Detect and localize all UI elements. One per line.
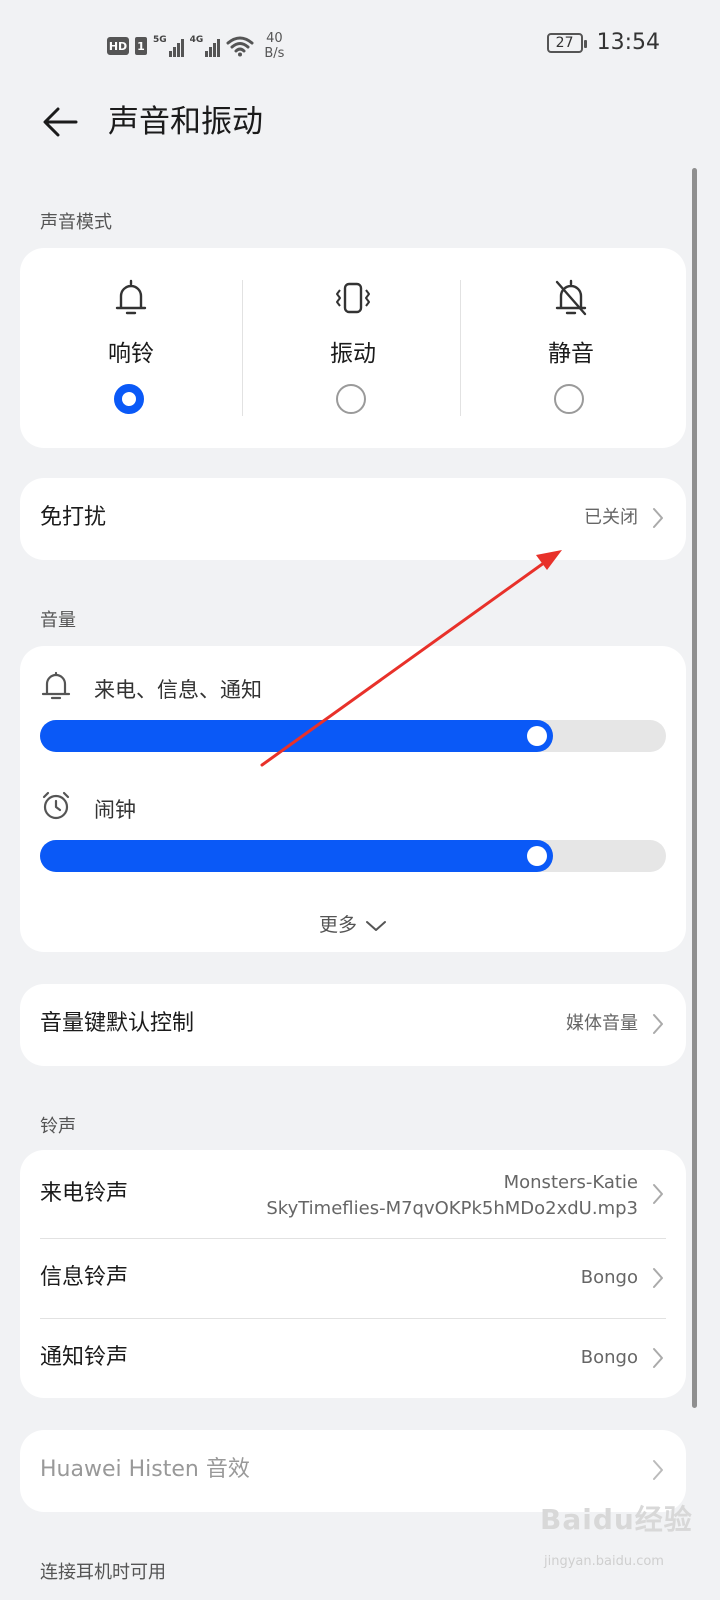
network-speed: 40 B/s <box>264 31 284 61</box>
hd-badge: HD <box>107 37 129 55</box>
sound-mode-card: 响铃 振动 静音 <box>20 248 686 448</box>
watermark-logo: Baidu经验 jingyan.baidu.com <box>540 1492 710 1592</box>
dnd-card: 免打扰 已关闭 <box>20 478 686 560</box>
volume-key-label: 音量键默认控制 <box>40 1011 195 1036</box>
bell-icon <box>41 671 71 700</box>
ringtone-notification-value: Bongo <box>580 1347 638 1368</box>
more-label: 更多 <box>318 914 357 936</box>
chevron-right-icon <box>653 1268 663 1288</box>
chevron-right-icon <box>653 1184 663 1204</box>
dnd-value: 已关闭 <box>584 507 638 528</box>
signal-4g-icon: 4G <box>190 35 221 57</box>
slider-thumb[interactable] <box>527 726 547 746</box>
mode-silent-label: 静音 <box>548 341 594 367</box>
ringtone-notification-label: 通知铃声 <box>40 1345 129 1370</box>
volume-key-row[interactable]: 音量键默认控制 媒体音量 <box>20 984 686 1064</box>
bell-icon <box>115 279 147 315</box>
status-time: 13:54 <box>596 30 660 55</box>
vibrate-icon <box>336 282 370 314</box>
headset-section-label: 连接耳机时可用 <box>40 1562 166 1583</box>
mode-ring[interactable]: 响铃 <box>20 248 242 448</box>
volume-ringer-slider[interactable] <box>40 720 666 752</box>
status-bar: HD 1 5G 4G 40 B/s 27 13:54 <box>0 0 720 90</box>
volume-key-card: 音量键默认控制 媒体音量 <box>20 984 686 1066</box>
battery-level: 27 <box>555 34 574 51</box>
ringtone-message-value: Bongo <box>580 1267 638 1288</box>
scrollbar[interactable] <box>692 168 697 1408</box>
watermark-url: jingyan.baidu.com <box>544 1554 664 1569</box>
mode-vibrate[interactable]: 振动 <box>242 248 464 448</box>
more-button[interactable]: 更多 <box>20 910 686 937</box>
mode-vibrate-radio[interactable] <box>336 384 366 414</box>
wifi-icon <box>226 36 254 57</box>
ringtones-card: 来电铃声 Monsters-Katie SkyTimeflies-M7qvOKP… <box>20 1150 686 1398</box>
slider-thumb[interactable] <box>527 846 547 866</box>
battery-icon: 27 <box>546 32 587 53</box>
speed-value: 40 <box>266 31 283 46</box>
mode-ring-label: 响铃 <box>108 341 154 367</box>
volume-section-label: 音量 <box>40 610 76 631</box>
chevron-right-icon <box>653 1014 663 1034</box>
bell-off-icon <box>555 279 587 316</box>
chevron-right-icon <box>653 1348 663 1368</box>
ringtone-call-row[interactable]: 来电铃声 Monsters-Katie SkyTimeflies-M7qvOKP… <box>20 1150 686 1238</box>
ringtones-section-label: 铃声 <box>40 1116 76 1137</box>
sim-badge: 1 <box>135 37 147 55</box>
app-header: 声音和振动 <box>0 92 720 152</box>
volume-ringer-label: 来电、信息、通知 <box>94 678 262 702</box>
ringtone-call-value: Monsters-Katie SkyTimeflies-M7qvOKPk5hMD… <box>266 1170 638 1222</box>
volume-key-value: 媒体音量 <box>566 1013 638 1034</box>
ringtone-call-label: 来电铃声 <box>40 1181 129 1206</box>
page-title: 声音和振动 <box>108 104 263 140</box>
volume-alarm-label: 闹钟 <box>94 798 136 822</box>
slider-fill <box>40 720 553 752</box>
dnd-label: 免打扰 <box>40 505 107 530</box>
ringtone-message-row[interactable]: 信息铃声 Bongo <box>20 1238 686 1318</box>
ringtone-notification-row[interactable]: 通知铃声 Bongo <box>20 1318 686 1398</box>
mode-ring-radio[interactable] <box>114 384 144 414</box>
chevron-down-icon <box>366 920 386 931</box>
ringtone-message-label: 信息铃声 <box>40 1265 129 1290</box>
mode-vibrate-label: 振动 <box>330 341 376 367</box>
status-right: 27 13:54 <box>546 30 660 55</box>
slider-fill <box>40 840 553 872</box>
mode-silent[interactable]: 静音 <box>460 248 682 448</box>
histen-label: Huawei Histen 音效 <box>40 1457 250 1482</box>
sound-mode-section-label: 声音模式 <box>40 212 112 233</box>
net1-label: 5G <box>153 35 167 45</box>
watermark-brand: Baidu经验 <box>540 1503 693 1536</box>
dnd-row[interactable]: 免打扰 已关闭 <box>20 478 686 558</box>
speed-unit: B/s <box>264 46 285 61</box>
chevron-right-icon <box>653 508 663 528</box>
signal-5g-icon: 5G <box>153 35 184 57</box>
alarm-clock-icon <box>42 791 70 820</box>
back-arrow-icon[interactable] <box>38 100 82 144</box>
ringtone-call-value-line1: Monsters-Katie <box>503 1172 638 1193</box>
net2-label: 4G <box>189 35 204 45</box>
volume-card: 来电、信息、通知 闹钟 更多 <box>20 646 686 952</box>
mode-silent-radio[interactable] <box>554 384 584 414</box>
status-left: HD 1 5G 4G 40 B/s <box>107 30 284 62</box>
chevron-right-icon <box>653 1460 663 1480</box>
ringtone-call-value-line2: SkyTimeflies-M7qvOKPk5hMDo2xdU.mp3 <box>266 1198 638 1219</box>
volume-alarm-slider[interactable] <box>40 840 666 872</box>
